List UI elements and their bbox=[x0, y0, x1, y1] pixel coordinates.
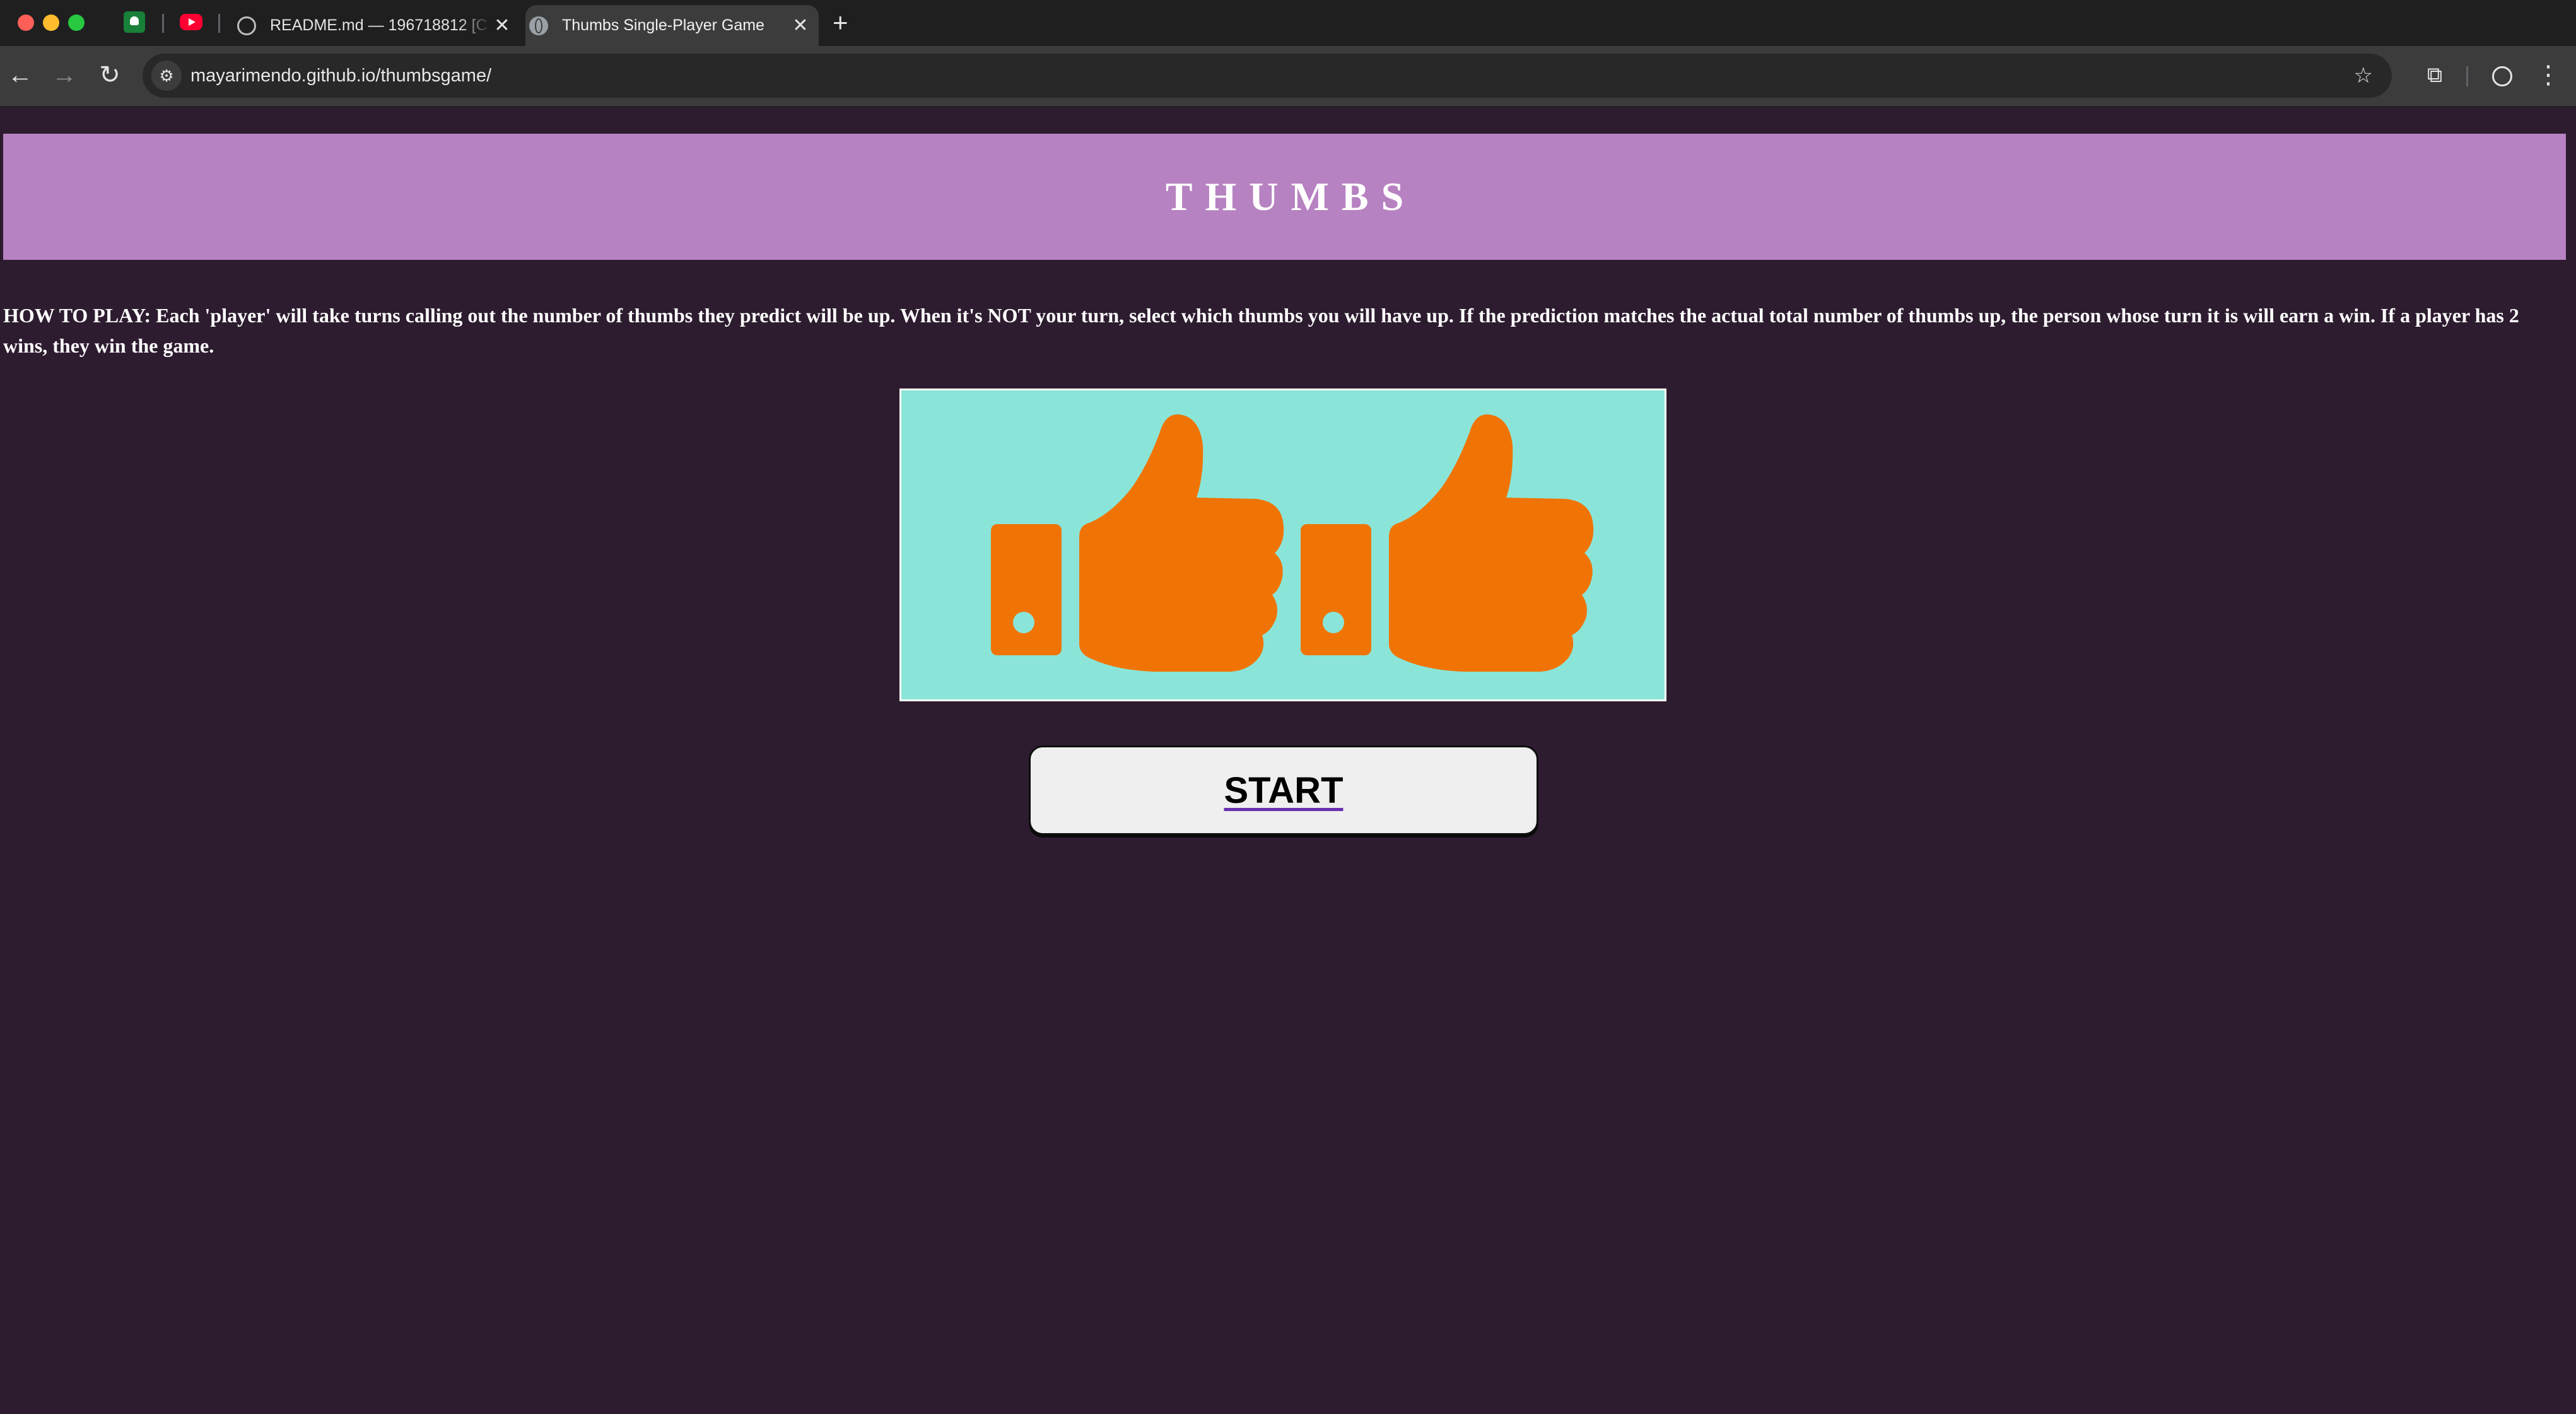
tab-divider bbox=[218, 14, 220, 33]
back-arrow-icon[interactable]: ← bbox=[3, 57, 38, 93]
profile-icon[interactable] bbox=[2485, 57, 2520, 93]
reload-icon[interactable]: ↻ bbox=[92, 57, 127, 93]
browser-toolbar: ← → ↻ ⚙ mayarimendo.github.io/thumbsgame… bbox=[0, 46, 2576, 106]
tab-thumbs-game[interactable]: Thumbs Single-Player Game ✕ bbox=[525, 5, 819, 46]
thumbs-image bbox=[899, 389, 1666, 701]
close-icon[interactable]: ✕ bbox=[491, 15, 513, 37]
thumbs-up-icon bbox=[991, 414, 1284, 672]
new-tab-button[interactable]: + bbox=[833, 8, 848, 38]
media-search-icon[interactable]: ⧉ bbox=[2417, 57, 2452, 93]
google-classroom-icon[interactable] bbox=[124, 11, 145, 33]
tab-title: Thumbs Single-Player Game bbox=[562, 16, 764, 34]
fullscreen-window-button[interactable] bbox=[68, 15, 85, 31]
tab-strip: README.md — 196718812 [C ✕ Thumbs Single… bbox=[0, 0, 2576, 46]
tab-divider bbox=[162, 14, 164, 33]
github-icon bbox=[237, 16, 256, 35]
page-content: THUMBS HOW TO PLAY: Each 'player' will t… bbox=[0, 107, 2576, 1414]
tab-title: README.md — 196718812 [C bbox=[270, 16, 488, 34]
address-bar[interactable]: ⚙ mayarimendo.github.io/thumbsgame/ ☆ bbox=[143, 54, 2392, 98]
close-window-button[interactable] bbox=[18, 15, 34, 31]
forward-arrow-icon[interactable]: → bbox=[47, 57, 82, 93]
close-icon[interactable]: ✕ bbox=[790, 15, 811, 37]
kebab-menu-icon[interactable]: ⋮ bbox=[2531, 57, 2566, 93]
youtube-icon[interactable] bbox=[180, 14, 202, 30]
minimize-window-button[interactable] bbox=[43, 15, 59, 31]
page-title: THUMBS bbox=[1165, 174, 1417, 219]
thumbs-up-icon bbox=[1301, 414, 1594, 672]
tab-readme[interactable]: README.md — 196718812 [C ✕ bbox=[233, 5, 520, 46]
toolbar-divider bbox=[2466, 66, 2468, 86]
site-settings-icon[interactable]: ⚙ bbox=[151, 61, 182, 91]
bookmark-star-icon[interactable]: ☆ bbox=[2354, 54, 2373, 98]
title-banner: THUMBS bbox=[3, 134, 2566, 260]
url-text[interactable]: mayarimendo.github.io/thumbsgame/ bbox=[190, 54, 491, 98]
start-button[interactable]: START bbox=[1029, 745, 1538, 835]
globe-icon bbox=[529, 16, 548, 35]
start-button-label: START bbox=[1224, 769, 1344, 811]
thumbs-up-graphic bbox=[991, 414, 1594, 672]
how-to-play-text: HOW TO PLAY: Each 'player' will take tur… bbox=[3, 304, 2519, 357]
